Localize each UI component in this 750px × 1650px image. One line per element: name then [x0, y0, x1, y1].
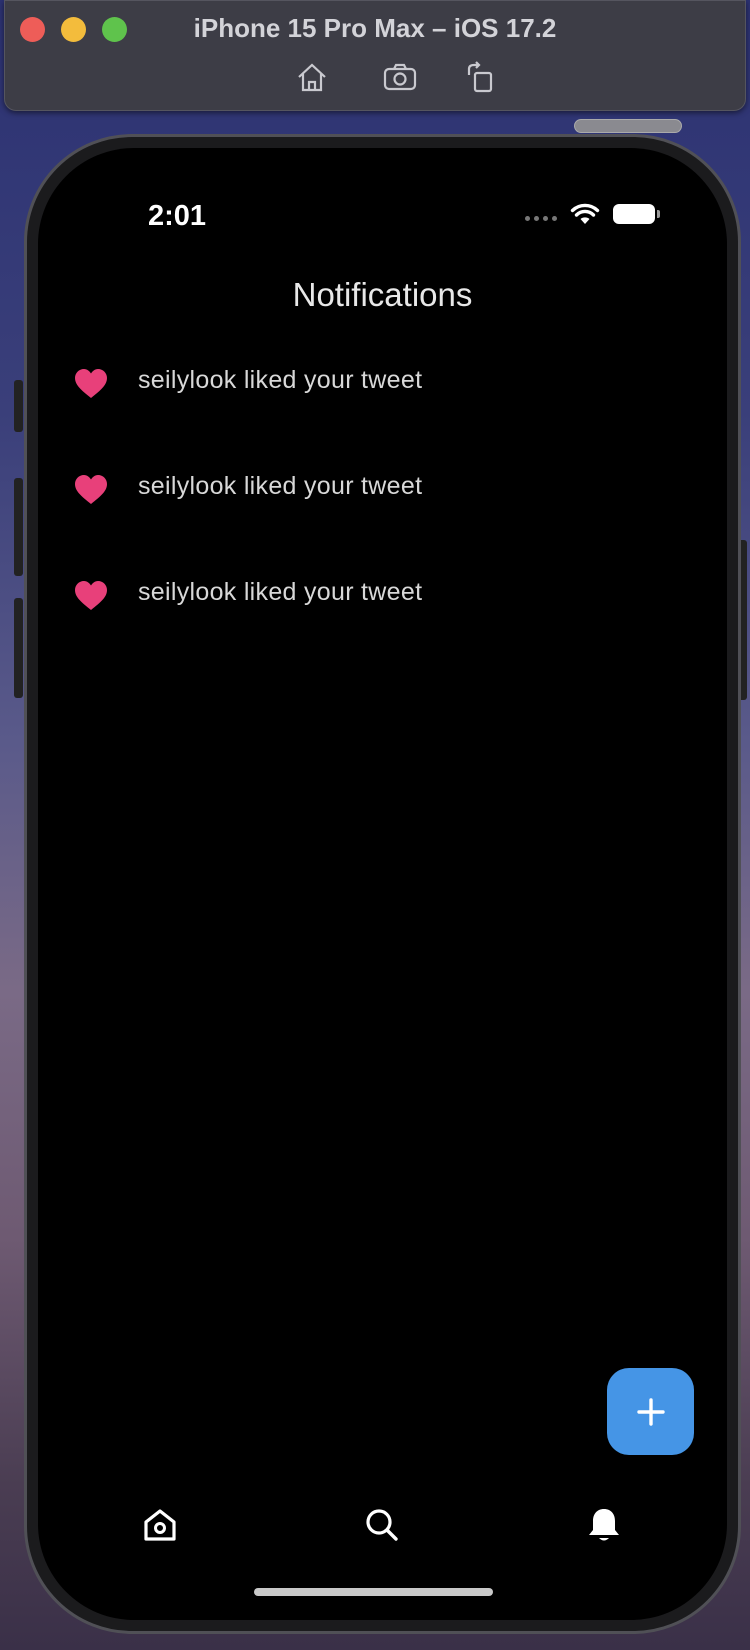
home-indicator — [254, 1588, 493, 1596]
bell-icon — [589, 1509, 619, 1541]
home-icon — [144, 1509, 176, 1541]
heart-icon — [75, 475, 107, 504]
list-item[interactable]: seilylook liked your tweet — [38, 334, 727, 440]
notification-text: seilylook liked your tweet — [138, 366, 423, 394]
phone-frame: 2:01 Notifications seilylook liked your … — [24, 134, 741, 1634]
plus-icon — [636, 1397, 665, 1426]
search-icon — [366, 1509, 398, 1541]
rotate-button[interactable] — [460, 59, 500, 95]
tab-notifications[interactable] — [582, 1503, 626, 1547]
wifi-icon — [570, 203, 600, 224]
heart-icon — [75, 369, 107, 398]
tab-home[interactable] — [138, 1503, 182, 1547]
notification-text: seilylook liked your tweet — [138, 472, 423, 500]
phone-screen: 2:01 Notifications seilylook liked your … — [38, 148, 727, 1620]
notification-list: seilylook liked your tweet seilylook lik… — [38, 334, 727, 652]
list-item[interactable]: seilylook liked your tweet — [38, 546, 727, 652]
screenshot-button[interactable] — [380, 59, 420, 95]
rotate-icon — [467, 61, 493, 93]
tab-search[interactable] — [360, 1503, 404, 1547]
notification-text: seilylook liked your tweet — [138, 578, 423, 606]
screenshot-icon — [383, 63, 417, 91]
action-button — [14, 380, 23, 432]
status-icons — [525, 202, 660, 228]
volume-down-button — [14, 598, 23, 698]
page-title: Notifications — [292, 276, 473, 313]
simulator-toolbar — [5, 59, 745, 95]
simulator-title-bar: iPhone 15 Pro Max – iOS 17.2 — [4, 0, 746, 111]
home-icon — [298, 63, 326, 92]
battery-icon — [613, 204, 660, 224]
heart-icon — [75, 581, 107, 610]
compose-tweet-button[interactable] — [607, 1368, 694, 1455]
volume-up-button — [14, 478, 23, 576]
list-item[interactable]: seilylook liked your tweet — [38, 440, 727, 546]
simulator-handle — [574, 119, 682, 133]
cellular-signal-icon — [525, 216, 557, 221]
status-time: 2:01 — [148, 200, 207, 232]
simulator-title: iPhone 15 Pro Max – iOS 17.2 — [193, 13, 557, 43]
home-button[interactable] — [292, 59, 332, 95]
